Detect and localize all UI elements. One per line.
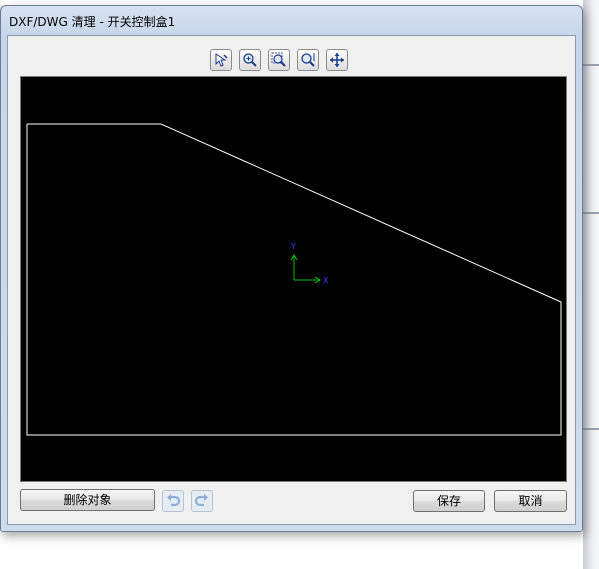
background-window-edge xyxy=(583,0,599,569)
zoom-in-button[interactable] xyxy=(239,49,261,71)
zoom-window-button[interactable] xyxy=(268,49,290,71)
save-button[interactable]: 保存 xyxy=(413,490,485,512)
undo-icon xyxy=(167,494,181,507)
delete-objects-button[interactable]: 删除对象 xyxy=(20,489,155,511)
coordinate-axis-indicator: Y X xyxy=(290,242,329,285)
title-bar[interactable]: DXF/DWG 清理 - 开关控制盒1 xyxy=(1,6,582,34)
pan-button[interactable] xyxy=(326,49,348,71)
zoom-fit-button[interactable] xyxy=(297,49,319,71)
drawing-preview: Y X xyxy=(26,123,562,436)
cancel-button[interactable]: 取消 xyxy=(494,490,567,512)
dxf-dwg-cleanup-dialog: DXF/DWG 清理 - 开关控制盒1 Y X 删除对象 保存 取消 xyxy=(0,5,583,532)
dialog-body: Y X 删除对象 保存 取消 xyxy=(7,35,576,525)
window-title: DXF/DWG 清理 - 开关控制盒1 xyxy=(9,15,176,29)
axis-x-label: X xyxy=(323,276,329,285)
zoom-in-icon xyxy=(243,53,257,67)
undo-button[interactable] xyxy=(162,490,184,512)
axis-y-label: Y xyxy=(290,242,296,251)
redo-button[interactable] xyxy=(191,490,213,512)
view-toolbar xyxy=(8,49,575,73)
zoom-window-icon xyxy=(271,52,286,67)
redo-icon xyxy=(194,494,208,507)
select-icon xyxy=(215,53,228,67)
zoom-fit-icon xyxy=(301,53,315,67)
pan-icon xyxy=(330,53,344,67)
select-tool-button[interactable] xyxy=(210,49,232,71)
drawing-preview-canvas[interactable]: Y X xyxy=(20,76,567,482)
